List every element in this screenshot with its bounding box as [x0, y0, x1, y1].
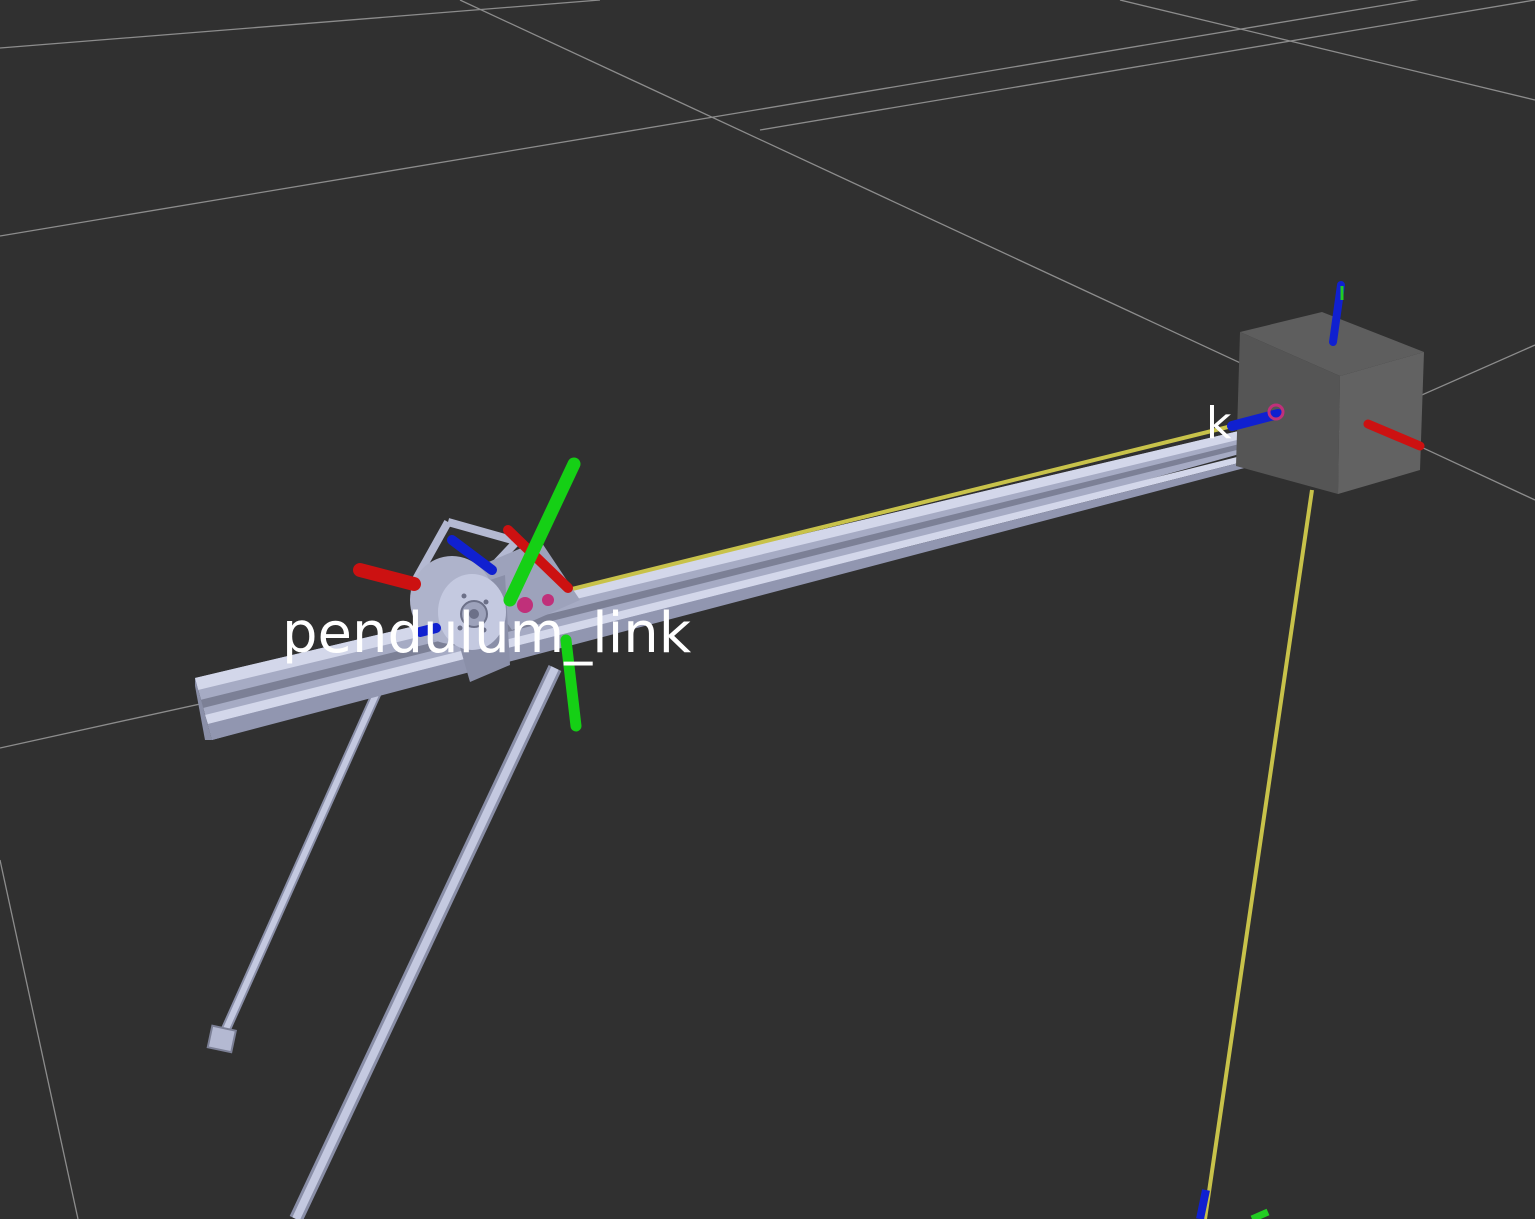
3d-viewport[interactable]: pendulum_link k — [0, 0, 1535, 1219]
scene-render[interactable] — [0, 0, 1535, 1219]
linear-rail[interactable] — [195, 420, 1290, 740]
vertical-cable — [1203, 489, 1314, 1219]
rail-cable — [559, 424, 1233, 594]
pendulum-rods[interactable] — [206, 665, 562, 1219]
